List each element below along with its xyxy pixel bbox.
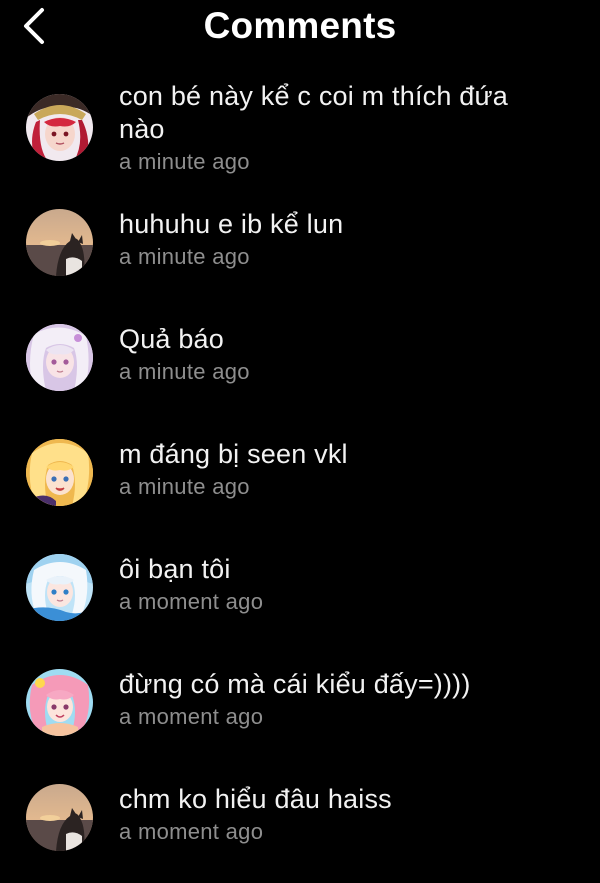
comment-timestamp: a minute ago: [119, 359, 250, 384]
avatar[interactable]: [26, 669, 93, 736]
avatar-sunset-cat-icon: [26, 784, 93, 851]
avatar[interactable]: [26, 784, 93, 851]
avatar[interactable]: [26, 439, 93, 506]
comment-text: Quả báo: [119, 324, 224, 354]
comment-text: m đáng bị seen vkl: [119, 439, 348, 469]
comment-timestamp: a moment ago: [119, 819, 264, 844]
avatar-sunset-cat-icon: [26, 209, 93, 276]
comment-text: đừng có mà cái kiểu đấy=)))): [119, 669, 471, 699]
comment-text: con bé này kể c coi m thích đứa nào: [119, 81, 508, 144]
avatar[interactable]: [26, 209, 93, 276]
comment-timestamp: a minute ago: [119, 149, 250, 174]
avatar[interactable]: [26, 94, 93, 161]
comment-timestamp: a moment ago: [119, 589, 264, 614]
avatar-anime-blonde-icon: [26, 439, 93, 506]
avatar-anime-pink-hair-icon: [26, 669, 93, 736]
avatar[interactable]: [26, 554, 93, 621]
avatar-anime-blue-white-icon: [26, 554, 93, 621]
avatar-anime-white-hair-icon: [26, 324, 93, 391]
comment-list: con bé này kể c coi m thích đứa nào a mi…: [0, 0, 600, 883]
comment-timestamp: a minute ago: [119, 474, 250, 499]
avatar[interactable]: [26, 324, 93, 391]
comment-timestamp: a moment ago: [119, 704, 264, 729]
comment-timestamp: a minute ago: [119, 244, 250, 269]
comment-text: ôi bạn tôi: [119, 554, 231, 584]
avatar-anime-red-hair-hat-icon: [26, 94, 93, 161]
comment-text: chm ko hiểu đâu haiss: [119, 784, 392, 814]
comment-text: huhuhu e ib kể lun: [119, 209, 344, 239]
